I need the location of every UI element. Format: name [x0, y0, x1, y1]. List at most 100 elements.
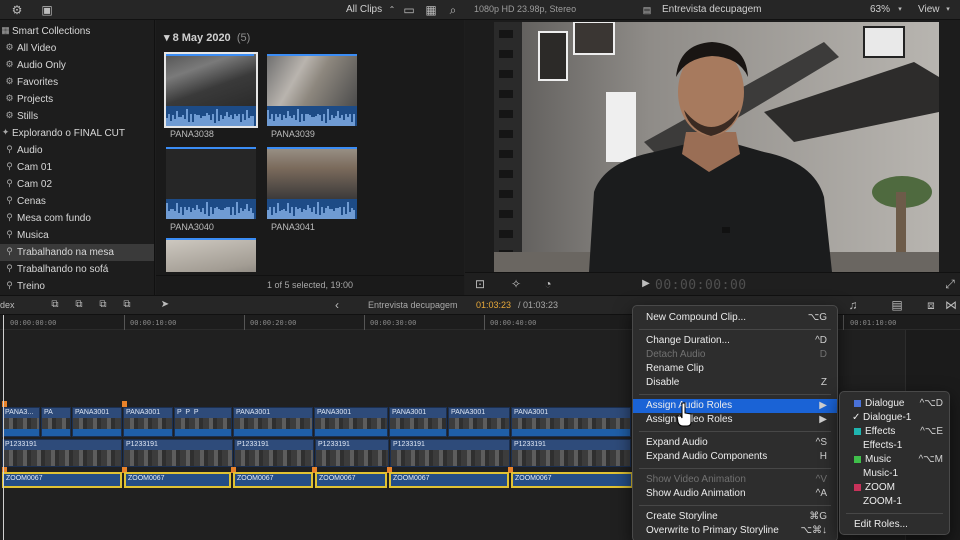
viewer-video-frame[interactable]: [494, 22, 939, 272]
sidebar-item[interactable]: ⚙ Stills: [0, 108, 154, 125]
role-item-music-1[interactable]: Music-1: [840, 467, 949, 481]
video-clip[interactable]: PANA3...: [2, 407, 40, 437]
role-item-music[interactable]: Music ^⌥M: [840, 453, 949, 467]
video-clip[interactable]: PANA3001: [233, 407, 313, 437]
search-icon[interactable]: ⌕: [446, 3, 460, 17]
role-item-zoom-1[interactable]: ZOOM-1: [840, 495, 949, 509]
audio-clip[interactable]: ZOOM0067: [2, 472, 122, 488]
video-clip[interactable]: P1233191: [2, 439, 122, 467]
photos-audio-icon[interactable]: ▣: [40, 3, 54, 17]
effects-browser-icon[interactable]: ⧈: [924, 298, 938, 312]
checkmark-icon: ✓: [852, 412, 861, 423]
menu-item-disable[interactable]: Disable Z: [633, 376, 837, 390]
menu-item-new-compound-clip[interactable]: New Compound Clip... ⌥G: [633, 311, 837, 325]
speed-icon[interactable]: ◔: [541, 277, 555, 291]
playhead[interactable]: [3, 315, 4, 540]
clip-thumbnail[interactable]: [166, 147, 256, 219]
role-item-effects-1[interactable]: Effects-1: [840, 439, 949, 453]
clip-filter-dropdown[interactable]: All Clips: [346, 4, 382, 15]
transitions-browser-icon[interactable]: ⋈: [944, 298, 958, 312]
insert-clip-icon[interactable]: ⧉: [72, 298, 86, 312]
video-clip[interactable]: PA: [41, 407, 71, 437]
ruler-label: 00:00:40:00: [490, 319, 537, 327]
video-clip[interactable]: PANA3001: [389, 407, 447, 437]
video-clip[interactable]: PANA3001: [511, 407, 631, 437]
audio-clip[interactable]: ZOOM0067: [315, 472, 387, 488]
role-color-swatch: [854, 456, 861, 463]
select-tool-icon[interactable]: ➤: [158, 298, 172, 312]
library-sidebar: ▦ Smart Collections ⚙ All Video ⚙ Audio Only ⚙…: [0, 20, 155, 295]
keyword-icon: ⚲: [6, 161, 13, 171]
sidebar-item[interactable]: ✦ Explorando o FINAL CUT: [0, 125, 154, 142]
sidebar-item[interactable]: ⚲ Cam 02: [0, 176, 154, 193]
video-clip[interactable]: PANA3001: [314, 407, 388, 437]
menu-item-rename-clip[interactable]: Rename Clip: [633, 362, 837, 376]
sidebar-item[interactable]: ⚲ Treino: [0, 278, 154, 295]
menu-item-change-duration[interactable]: Change Duration... ^D: [633, 334, 837, 348]
clip-thumbnail[interactable]: [164, 52, 258, 128]
video-clip[interactable]: P P P: [174, 407, 232, 437]
menu-item-expand-audio[interactable]: Expand Audio ^S: [633, 436, 837, 450]
menu-item-show-audio-animation[interactable]: Show Audio Animation ^A: [633, 487, 837, 501]
video-clip[interactable]: P1233191: [511, 439, 631, 467]
video-clip[interactable]: P1233191: [315, 439, 389, 467]
date-group-header[interactable]: ▾ 8 May 2020 (5): [164, 31, 250, 44]
role-item-dialogue-1[interactable]: ✓ Dialogue-1: [840, 411, 949, 425]
sidebar-item[interactable]: ⚲ Trabalhando na mesa: [0, 244, 154, 261]
video-clip[interactable]: P1233191: [123, 439, 233, 467]
menu-item-assign-audio-roles[interactable]: Assign Audio Roles ▶: [633, 399, 837, 413]
sidebar-item[interactable]: ⚲ Mesa com fundo: [0, 210, 154, 227]
sidebar-item[interactable]: ⚙ Projects: [0, 91, 154, 108]
sidebar-item[interactable]: ⚙ All Video: [0, 40, 154, 57]
library-icon[interactable]: ⚙: [10, 3, 24, 17]
audio-clip[interactable]: ZOOM0067: [389, 472, 509, 488]
sidebar-item[interactable]: ⚲ Musica: [0, 227, 154, 244]
video-clip[interactable]: P1233191: [390, 439, 510, 467]
clip-appearance-icon[interactable]: ▭: [402, 3, 416, 17]
role-item-dialogue[interactable]: Dialogue ^⌥D: [840, 397, 949, 411]
filmstrip-icon[interactable]: ▦: [424, 3, 438, 17]
menu-item-create-storyline[interactable]: Create Storyline ⌘G: [633, 510, 837, 524]
audio-clip[interactable]: ZOOM0067: [511, 472, 633, 488]
menu-item-overwrite-to-primary-storyline[interactable]: Overwrite to Primary Storyline ⌥⌘↓: [633, 524, 837, 538]
clip-thumbnail[interactable]: [267, 54, 357, 126]
play-icon[interactable]: ▶: [639, 277, 653, 291]
role-item-zoom[interactable]: ZOOM: [840, 481, 949, 495]
sidebar-item[interactable]: ⚲ Audio: [0, 142, 154, 159]
back-arrow-icon[interactable]: ‹: [330, 298, 344, 312]
video-clip[interactable]: PANA3001: [123, 407, 173, 437]
inspector-icon[interactable]: ▤: [890, 298, 904, 312]
clip-thumbnail[interactable]: [267, 147, 357, 219]
video-clip[interactable]: PANA3001: [448, 407, 510, 437]
append-clip-icon[interactable]: ⧉: [96, 298, 110, 312]
sidebar-item[interactable]: ⚲ Trabalhando no sofá: [0, 261, 154, 278]
video-clip[interactable]: PANA3001: [72, 407, 122, 437]
disclosure-triangle-icon[interactable]: ▾: [164, 32, 173, 44]
connect-clip-icon[interactable]: ⧉: [48, 298, 62, 312]
sidebar-item[interactable]: ⚲ Cam 01: [0, 159, 154, 176]
keyword-icon: ⚲: [6, 229, 13, 239]
sidebar-item[interactable]: ⚙ Favorites: [0, 74, 154, 91]
role-item-effects[interactable]: Effects ^⌥E: [840, 425, 949, 439]
sidebar-item[interactable]: ⚙ Audio Only: [0, 57, 154, 74]
zoom-dropdown[interactable]: 63%: [870, 4, 890, 15]
video-clip[interactable]: P1233191: [234, 439, 314, 467]
enhance-icon[interactable]: ✧: [509, 277, 523, 291]
role-item-edit-roles[interactable]: Edit Roles...: [840, 518, 949, 532]
audio-clip[interactable]: ZOOM0067: [124, 472, 231, 488]
sidebar-item[interactable]: ⚲ Cenas: [0, 193, 154, 210]
headphones-icon[interactable]: ♫: [846, 298, 860, 312]
menu-item-assign-video-roles[interactable]: Assign Video Roles▶: [633, 413, 837, 427]
index-button[interactable]: dex: [0, 300, 15, 310]
view-menu[interactable]: View: [918, 4, 940, 15]
audio-clip[interactable]: ZOOM0067: [233, 472, 313, 488]
menu-item-expand-audio-components[interactable]: Expand Audio Components H: [633, 450, 837, 464]
overwrite-clip-icon[interactable]: ⧉: [120, 298, 134, 312]
fullscreen-icon[interactable]: ⤢: [943, 277, 957, 291]
menu-item-show-video-animation: Show Video Animation ^V: [646, 474, 827, 485]
gear-icon: ⚙: [5, 76, 14, 86]
clip-thumbnail[interactable]: [166, 238, 256, 272]
transform-icon[interactable]: ⊡: [473, 277, 487, 291]
clip-name: PANA3038: [170, 129, 214, 139]
sidebar-item[interactable]: ▦ Smart Collections: [0, 23, 154, 40]
